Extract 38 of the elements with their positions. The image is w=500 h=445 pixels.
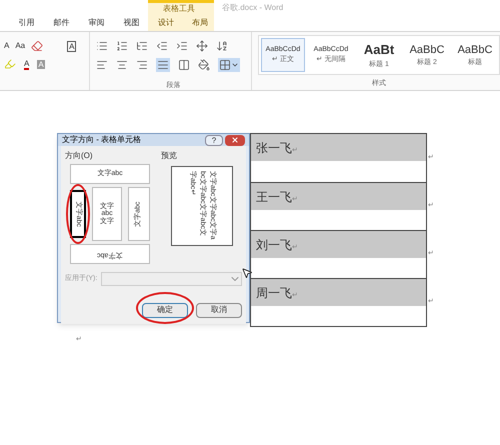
context-tab-group-label: 表格工具 [163,3,195,15]
increase-indent-icon[interactable] [176,40,188,52]
ribbon-tab[interactable]: 邮件 [49,17,74,29]
close-icon [231,136,239,144]
font-color-button[interactable]: A [24,58,30,70]
ribbon-tab[interactable]: 设计 [154,17,178,29]
window-title: 谷歌.docx - Word [222,2,284,14]
ribbon-tab[interactable]: 视图 [119,17,144,29]
help-button[interactable]: ? [205,134,223,146]
align-right-icon[interactable] [136,59,148,71]
justify-icon [156,59,169,71]
eraser-icon[interactable] [31,40,44,52]
dialog-title: 文字方向 - 表格单元格 [62,134,142,146]
align-center-icon[interactable] [116,59,128,71]
borders-button[interactable] [218,58,240,72]
justify-button[interactable] [156,58,170,72]
dialog-button[interactable]: 确定 [142,302,188,318]
dialog-button[interactable]: 取消 [196,302,242,318]
ribbon-tab[interactable]: 引用 [14,17,39,29]
style-sample: AaBbC [458,42,492,58]
grow-font-button[interactable]: A [4,40,10,52]
close-button[interactable] [225,134,245,146]
change-case-button[interactable]: Aa [15,40,26,52]
mouse-pointer-icon [241,267,253,279]
align-left-icon[interactable] [96,59,108,71]
decrease-indent-icon[interactable] [156,40,168,52]
style-sample: AaBt [364,41,394,59]
ribbon-tab[interactable]: 审阅 [84,17,109,29]
grid-icon [218,59,231,71]
shading-icon[interactable] [198,59,210,71]
style-sample: AaBbC [410,42,444,58]
numbered-list-icon[interactable] [116,40,128,52]
preview-label: 预览 [161,150,178,162]
multilevel-list-icon[interactable] [136,40,148,52]
ribbon-tab[interactable]: 布局 [188,17,212,29]
direction-label: 方向(O) [65,150,94,162]
character-border-button[interactable]: A [67,40,76,52]
sort-icon[interactable] [216,40,228,52]
